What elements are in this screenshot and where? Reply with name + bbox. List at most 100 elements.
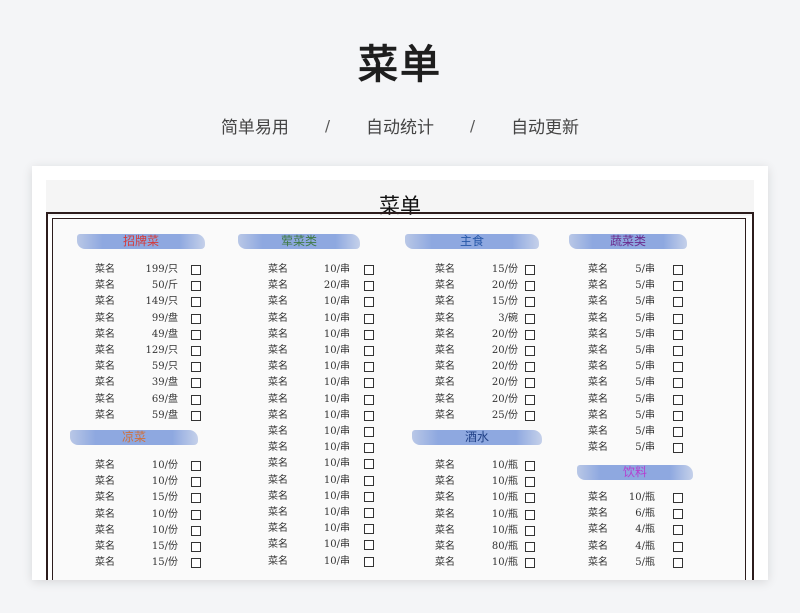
order-checkbox[interactable] <box>525 362 535 373</box>
order-checkbox[interactable] <box>525 394 535 405</box>
order-checkbox[interactable] <box>673 541 683 552</box>
order-checkbox[interactable] <box>191 477 201 488</box>
order-checkbox[interactable] <box>191 525 201 536</box>
order-checkbox[interactable] <box>191 542 201 552</box>
order-checkbox[interactable] <box>191 297 201 308</box>
order-checkbox[interactable] <box>673 525 683 536</box>
order-checkbox[interactable] <box>525 410 535 421</box>
order-checkbox[interactable] <box>673 281 683 292</box>
order-checkbox[interactable] <box>191 329 201 340</box>
menu-item-row: 菜名 5/串 <box>588 440 685 456</box>
order-checkbox[interactable] <box>525 313 535 324</box>
menu-item-row: 菜名 69/盘 <box>95 392 203 408</box>
order-checkbox[interactable] <box>364 378 374 389</box>
item-price: 129/只 <box>145 345 178 356</box>
item-name: 菜名 <box>268 490 288 502</box>
order-checkbox[interactable] <box>364 556 374 567</box>
order-checkbox[interactable] <box>191 313 201 324</box>
item-name: 菜名 <box>95 409 115 421</box>
order-checkbox[interactable] <box>525 378 535 389</box>
order-checkbox[interactable] <box>364 443 374 454</box>
order-checkbox[interactable] <box>364 427 374 437</box>
order-checkbox[interactable] <box>673 313 683 324</box>
order-checkbox[interactable] <box>191 509 201 520</box>
menu-item-row: 菜名 5/串 <box>588 327 685 343</box>
order-checkbox[interactable] <box>673 297 683 308</box>
order-checkbox[interactable] <box>525 265 535 275</box>
item-price: 4/瓶 <box>635 540 655 552</box>
order-checkbox[interactable] <box>364 508 374 518</box>
order-checkbox[interactable] <box>673 362 683 373</box>
menu-item-row: 菜名 10/串 <box>268 440 376 456</box>
item-name: 菜名 <box>268 426 288 437</box>
item-name: 菜名 <box>95 541 115 552</box>
order-checkbox[interactable] <box>364 362 374 373</box>
order-checkbox[interactable] <box>191 265 201 275</box>
menu-item-row: 菜名 10/串 <box>268 554 376 570</box>
order-checkbox[interactable] <box>364 313 374 324</box>
order-checkbox[interactable] <box>525 297 535 308</box>
order-checkbox[interactable] <box>673 410 683 421</box>
order-checkbox[interactable] <box>191 346 201 356</box>
item-price: 10/串 <box>323 328 350 340</box>
order-checkbox[interactable] <box>191 281 201 292</box>
order-checkbox[interactable] <box>525 525 535 536</box>
order-checkbox[interactable] <box>525 542 535 552</box>
order-checkbox[interactable] <box>364 297 374 308</box>
order-checkbox[interactable] <box>673 509 683 520</box>
order-checkbox[interactable] <box>364 329 374 340</box>
menu-item-row: 菜名 199/只 <box>95 262 203 278</box>
order-checkbox[interactable] <box>364 524 374 535</box>
menu-item-row: 菜名 10/串 <box>268 375 376 391</box>
order-checkbox[interactable] <box>525 493 535 504</box>
order-checkbox[interactable] <box>673 346 683 356</box>
order-checkbox[interactable] <box>525 329 535 340</box>
item-name: 菜名 <box>268 539 288 551</box>
order-checkbox[interactable] <box>364 540 374 551</box>
order-checkbox[interactable] <box>525 477 535 488</box>
order-checkbox[interactable] <box>525 558 535 569</box>
order-checkbox[interactable] <box>673 378 683 389</box>
menu-item-row: 菜名 20/份 <box>435 375 537 391</box>
order-checkbox[interactable] <box>673 329 683 340</box>
order-checkbox[interactable] <box>525 346 535 356</box>
order-checkbox[interactable] <box>364 475 374 486</box>
order-checkbox[interactable] <box>191 558 201 569</box>
order-checkbox[interactable] <box>673 265 683 275</box>
item-price: 10/瓶 <box>491 460 518 471</box>
order-checkbox[interactable] <box>673 427 683 437</box>
order-checkbox[interactable] <box>191 362 201 373</box>
order-checkbox[interactable] <box>673 493 683 503</box>
item-price: 10/串 <box>323 393 350 405</box>
menu-item-row: 菜名 5/串 <box>588 343 685 359</box>
order-checkbox[interactable] <box>191 461 201 471</box>
item-name: 菜名 <box>435 409 455 421</box>
menu-item-row: 菜名 10/份 <box>95 458 203 474</box>
item-name: 菜名 <box>588 361 608 373</box>
order-checkbox[interactable] <box>364 265 374 275</box>
order-checkbox[interactable] <box>191 493 201 504</box>
order-checkbox[interactable] <box>364 394 374 405</box>
menu-item-row: 菜名 5/串 <box>588 392 685 408</box>
item-name: 菜名 <box>435 541 455 552</box>
item-price: 10/串 <box>323 377 350 389</box>
order-checkbox[interactable] <box>364 281 374 292</box>
category-header: 蔬菜类 <box>569 234 687 249</box>
order-checkbox[interactable] <box>364 410 374 421</box>
order-checkbox[interactable] <box>673 443 683 454</box>
order-checkbox[interactable] <box>673 557 683 568</box>
order-checkbox[interactable] <box>525 281 535 292</box>
order-checkbox[interactable] <box>364 459 374 470</box>
order-checkbox[interactable] <box>191 410 201 421</box>
menu-item-row: 菜名 10/串 <box>268 521 376 537</box>
order-checkbox[interactable] <box>673 394 683 405</box>
order-checkbox[interactable] <box>191 378 201 389</box>
order-checkbox[interactable] <box>525 509 535 520</box>
item-name: 菜名 <box>588 508 608 520</box>
item-name: 菜名 <box>588 377 608 389</box>
order-checkbox[interactable] <box>364 346 374 356</box>
order-checkbox[interactable] <box>191 394 201 405</box>
item-price: 10/串 <box>323 507 350 518</box>
order-checkbox[interactable] <box>364 491 374 502</box>
order-checkbox[interactable] <box>525 461 535 471</box>
